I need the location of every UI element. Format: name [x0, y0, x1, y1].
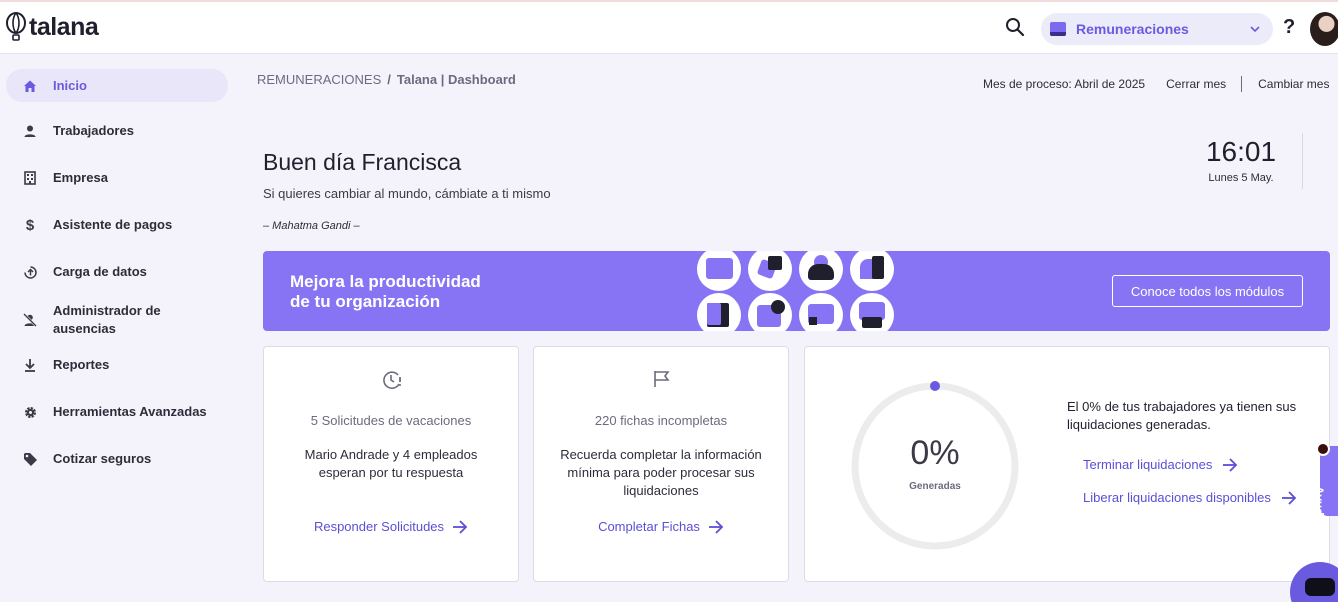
chat-icon: [1305, 578, 1335, 596]
download-icon: [22, 357, 38, 373]
card-link-label: Responder Solicitudes: [313, 519, 445, 534]
arrow-right-icon: [708, 519, 724, 534]
sidebar-item-asistente-de-pagos[interactable]: $ Asistente de pagos: [6, 210, 228, 240]
divider: [1302, 133, 1303, 189]
sidebar-item-empresa[interactable]: Empresa: [6, 163, 228, 193]
arrow-right-icon: [1281, 490, 1297, 505]
home-icon: [22, 78, 38, 94]
chevron-down-icon: [1250, 26, 1260, 33]
module-icon: [1050, 22, 1066, 36]
module-bubble-icon: [697, 251, 741, 291]
user-avatar[interactable]: [1310, 12, 1338, 46]
module-bubble-icon: [748, 293, 792, 331]
divider: [1241, 76, 1243, 92]
sidebar-item-label: Trabajadores: [53, 123, 134, 138]
clock: 16:01 Lunes 5 May.: [1200, 136, 1282, 184]
greeting-quote: Si quieres cambiar al mundo, cámbiate a …: [263, 186, 551, 201]
module-selector[interactable]: Remuneraciones: [1041, 13, 1273, 45]
sidebar-item-trabajadores[interactable]: Trabajadores: [6, 116, 228, 146]
talana-logo[interactable]: talana: [5, 12, 99, 42]
module-bubble-icon: [748, 251, 792, 291]
sidebar-item-label: Carga de datos: [53, 264, 147, 279]
modules-button[interactable]: Conoce todos los módulos: [1112, 275, 1303, 307]
incomplete-files-card: 220 fichas incompletas Recuerda completa…: [533, 346, 789, 582]
release-payroll-link[interactable]: Liberar liquidaciones disponibles: [1083, 490, 1297, 505]
building-icon: [22, 170, 38, 186]
progress-donut: 0% Generadas: [849, 380, 1021, 552]
card-text: Mario Andrade y 4 empleados esperan por …: [304, 447, 478, 480]
clock-date: Lunes 5 May.: [1208, 172, 1274, 184]
close-month-link[interactable]: Cerrar mes: [1166, 77, 1226, 91]
vacation-requests-card: 5 Solicitudes de vacaciones Mario Andrad…: [263, 346, 519, 582]
help-side-tab[interactable]: Ayuda: [1312, 446, 1338, 522]
gear-icon: [22, 404, 38, 420]
notification-dot: [1316, 442, 1330, 456]
sidebar-item-label: Reportes: [53, 357, 110, 372]
search-button[interactable]: [1004, 16, 1028, 40]
breadcrumb: REMUNERACIONES / Talana | Dashboard: [257, 72, 516, 87]
person-icon: [22, 123, 38, 139]
payroll-description: El 0% de tus trabajadores ya tienen sus …: [1067, 399, 1297, 432]
banner-title-line2: de tu organización: [290, 292, 441, 311]
clock-alert-icon: [383, 371, 401, 390]
module-bubble-icon: [850, 251, 894, 291]
sidebar-item-cotizar-seguros[interactable]: Cotizar seguros: [6, 444, 228, 474]
arrow-right-icon: [453, 519, 468, 534]
card-title: 220 fichas incompletas: [594, 413, 728, 428]
module-bubble-icon: [799, 251, 843, 291]
breadcrumb-root[interactable]: REMUNERACIONES: [257, 72, 381, 87]
sidebar-item-reportes[interactable]: Reportes: [6, 350, 228, 380]
dollar-icon: $: [25, 216, 35, 234]
link-label: Terminar liquidaciones: [1083, 457, 1213, 472]
flag-icon: [654, 371, 670, 387]
search-icon: [1006, 18, 1025, 37]
sidebar-item-label: Administrador de ausencias: [53, 303, 161, 336]
upload-icon: [22, 264, 38, 280]
help-tab-label: Ayuda: [1312, 486, 1326, 523]
progress-label: Generadas: [909, 481, 961, 492]
module-bubble-icon: [850, 293, 894, 331]
sidebar-item-herramientas-avanzadas[interactable]: Herramientas Avanzadas: [6, 397, 228, 427]
link-label: Liberar liquidaciones disponibles: [1083, 490, 1271, 505]
process-month-label: Mes de proceso: Abril de 2025: [983, 77, 1146, 91]
arrow-right-icon: [1223, 457, 1238, 472]
sidebar-item-carga-de-datos[interactable]: Carga de datos: [6, 257, 228, 287]
process-info: Mes de proceso: Abril de 2025 Cerrar mes…: [983, 76, 1329, 92]
sidebar-item-inicio[interactable]: Inicio: [6, 69, 228, 102]
progress-value: 0%: [910, 434, 960, 472]
breadcrumb-separator: /: [387, 72, 391, 87]
sidebar-item-label: Inicio: [53, 77, 87, 93]
card-text: Recuerda completar la información mínima…: [560, 447, 762, 498]
promo-banner: Mejora la productividad de tu organizaci…: [263, 251, 1330, 331]
top-bar: talana Remuneraciones ?: [0, 0, 1338, 54]
sidebar-item-label: Cotizar seguros: [53, 451, 152, 466]
banner-title: Mejora la productividad de tu organizaci…: [290, 272, 481, 312]
change-month-link[interactable]: Cambiar mes: [1258, 77, 1329, 91]
tag-icon: [22, 451, 38, 467]
balloon-logo-icon: [6, 12, 26, 41]
person-off-icon: [22, 312, 38, 328]
sidebar-item-label: Empresa: [53, 170, 108, 185]
payroll-progress-card: 0% Generadas El 0% de tus trabajadores y…: [804, 346, 1330, 582]
help-button[interactable]: ?: [1283, 16, 1295, 39]
sidebar-item-label: Asistente de pagos: [53, 217, 173, 232]
card-link-label: Completar Fichas: [598, 519, 700, 534]
complete-files-link[interactable]: Completar Fichas: [534, 519, 788, 534]
finish-payroll-link[interactable]: Terminar liquidaciones: [1083, 457, 1238, 472]
clock-time: 16:01: [1205, 136, 1277, 167]
greeting-title: Buen día Francisca: [263, 149, 462, 175]
module-selector-label: Remuneraciones: [1076, 21, 1189, 37]
module-bubble-icon: [799, 293, 843, 331]
sidebar-item-administrador-de-ausencias[interactable]: Administrador de ausencias: [6, 300, 228, 340]
logo-text: talana: [29, 12, 99, 41]
breadcrumb-current: Talana | Dashboard: [396, 72, 516, 87]
quote-author: – Mahatma Gandi –: [263, 220, 360, 232]
module-bubble-icon: [697, 293, 741, 331]
card-title: 5 Solicitudes de vacaciones: [310, 413, 472, 428]
sidebar-item-label: Herramientas Avanzadas: [53, 404, 207, 419]
respond-requests-link[interactable]: Responder Solicitudes: [264, 519, 518, 534]
banner-title-line1: Mejora la productividad: [290, 272, 481, 291]
